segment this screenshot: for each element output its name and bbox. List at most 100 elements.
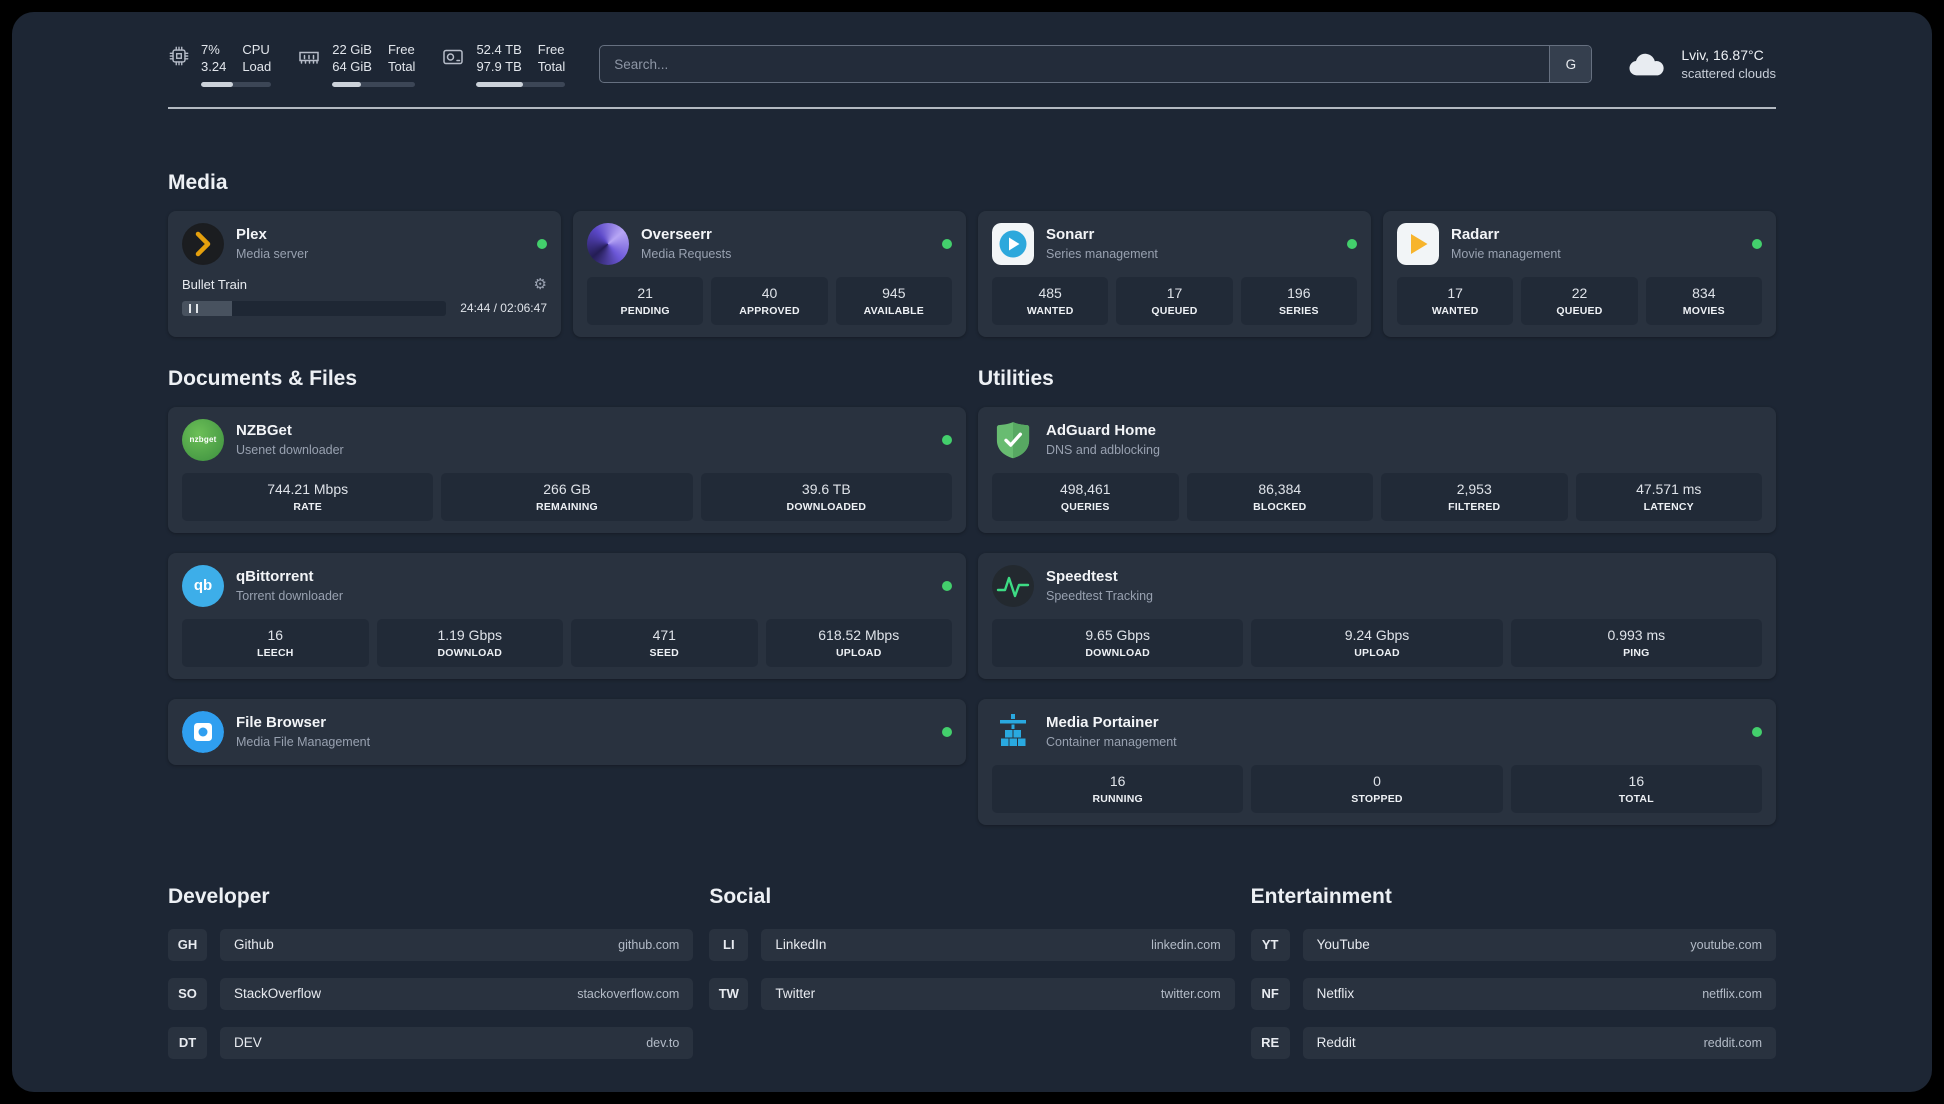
link-reddit[interactable]: RE Reddit reddit.com [1250, 1026, 1776, 1059]
stat-total: 16 TOTAL [1510, 764, 1762, 813]
stat-label: AVAILABLE [863, 304, 924, 317]
topbar-divider [168, 106, 1776, 109]
stat-value: 0 [1373, 772, 1381, 789]
media-grid: Plex Media server Bullet Train ⚙ 24:44 /… [168, 210, 1776, 337]
link-name: Reddit [1316, 1035, 1356, 1051]
memory-label-bottom: Total [387, 58, 416, 74]
link-twitter[interactable]: TW Twitter twitter.com [709, 977, 1235, 1010]
nzbget-header: nzbget NZBGet Usenet downloader [182, 418, 952, 461]
speedtest-card[interactable]: Speedtest Speedtest Tracking 9.65 Gbps D… [978, 552, 1776, 679]
qbittorrent-icon: qb [182, 564, 224, 607]
gear-icon[interactable]: ⚙ [534, 277, 547, 292]
app-subtitle: Torrent downloader [236, 589, 344, 604]
filebrowser-card[interactable]: File Browser Media File Management [168, 698, 966, 765]
memory-icon [299, 51, 319, 64]
stat-label: DOWNLOAD [1085, 646, 1150, 659]
link-url: github.com [618, 937, 680, 952]
stat-queries: 498,461 QUERIES [992, 472, 1179, 521]
developer-section-title: Developer [168, 884, 270, 908]
weather-location: Lviv, 16.87°C [1681, 47, 1764, 64]
qbittorrent-card[interactable]: qb qBittorrent Torrent downloader 16 LEE… [168, 552, 966, 679]
cloud-icon [1629, 54, 1664, 76]
stat-queued: 22 QUEUED [1521, 276, 1638, 325]
link-abbr: RE [1250, 1026, 1290, 1059]
status-dot [942, 580, 952, 591]
stat-value: 485 [1038, 284, 1062, 301]
utilities-column: Utilities AdGuard Home DNS and adblockin… [978, 367, 1776, 825]
plex-icon [182, 222, 224, 265]
search-input[interactable] [600, 46, 1550, 83]
stat-value: 21 [637, 284, 653, 301]
speedtest-icon [992, 564, 1034, 607]
stat-upload: 9.24 Gbps UPLOAD [1251, 618, 1503, 667]
filebrowser-header: File Browser Media File Management [182, 710, 952, 753]
link-abbr: LI [709, 928, 749, 961]
radarr-card[interactable]: Radarr Movie management 17 WANTED 22 QUE… [1383, 210, 1776, 337]
social-section-title: Social [709, 884, 772, 908]
app-name: NZBGet [236, 422, 292, 440]
plex-header: Plex Media server [182, 222, 547, 265]
sonarr-card[interactable]: Sonarr Series management 485 WANTED 17 Q… [978, 210, 1371, 337]
status-dot [942, 238, 952, 249]
link-stackoverflow[interactable]: SO StackOverflow stackoverflow.com [168, 977, 694, 1010]
stat-label: LEECH [256, 646, 294, 659]
storage-metric-body: 52.4 TB 97.9 TB Free Total [476, 42, 566, 87]
link-github[interactable]: GH Github github.com [168, 928, 694, 961]
stat-value: 47.571 ms [1636, 480, 1702, 497]
cpu-metric-body: 7% 3.24 CPU Load [201, 42, 272, 87]
playback-progress-bar [182, 300, 447, 316]
link-name: Twitter [775, 986, 816, 1002]
stat-label: DOWNLOADED [786, 500, 867, 513]
memory-free: 22 GiB [332, 42, 372, 57]
stat-value: 1.19 Gbps [437, 626, 503, 643]
stat-latency: 47.571 ms LATENCY [1575, 472, 1762, 521]
weather-condition: scattered clouds [1681, 66, 1776, 82]
sonarr-icon [992, 222, 1034, 265]
stat-value: 22 [1571, 284, 1588, 301]
stat-filtered: 2,953 FILTERED [1381, 472, 1568, 521]
link-dev[interactable]: DT DEV dev.to [168, 1026, 694, 1059]
weather-widget: Lviv, 16.87°C scattered clouds [1626, 46, 1776, 82]
link-netflix[interactable]: NF Netflix netflix.com [1250, 977, 1776, 1010]
app-name: Media Portainer [1046, 714, 1159, 732]
speedtest-header: Speedtest Speedtest Tracking [992, 564, 1762, 607]
memory-labels: Free Total [388, 42, 415, 76]
stat-running: 16 RUNNING [992, 764, 1244, 813]
qbittorrent-header: qb qBittorrent Torrent downloader [182, 564, 952, 607]
memory-usage-bar [332, 81, 416, 87]
speedtest-titles: Speedtest Speedtest Tracking [1046, 568, 1153, 603]
stat-download: 1.19 Gbps DOWNLOAD [376, 618, 563, 667]
link-tile: StackOverflow stackoverflow.com [220, 977, 694, 1010]
stat-upload: 618.52 Mbps UPLOAD [765, 618, 952, 667]
stat-downloaded: 39.6 TB DOWNLOADED [700, 472, 952, 521]
stat-label: WANTED [1431, 304, 1479, 317]
stat-value: 16 [1109, 772, 1126, 789]
plex-card[interactable]: Plex Media server Bullet Train ⚙ 24:44 /… [168, 210, 561, 337]
sonarr-header: Sonarr Series management [992, 222, 1357, 265]
link-linkedin[interactable]: LI LinkedIn linkedin.com [709, 928, 1235, 961]
overseerr-card[interactable]: Overseerr Media Requests 21 PENDING 40 A… [573, 210, 966, 337]
stat-value: 86,384 [1258, 480, 1302, 497]
adguard-card[interactable]: AdGuard Home DNS and adblocking 498,461 … [978, 406, 1776, 533]
nzbget-card[interactable]: nzbget NZBGet Usenet downloader 744.21 M… [168, 406, 966, 533]
link-name: YouTube [1316, 937, 1370, 953]
link-youtube[interactable]: YT YouTube youtube.com [1250, 928, 1776, 961]
link-abbr: GH [168, 928, 207, 961]
link-name: Github [234, 937, 274, 953]
stat-label: STOPPED [1351, 792, 1403, 805]
link-url: netflix.com [1702, 986, 1762, 1001]
app-name: Overseerr [641, 226, 712, 244]
link-url: stackoverflow.com [577, 986, 680, 1001]
status-dot [537, 238, 547, 249]
section-media: Media Plex Media server Bullet Train ⚙ 2… [168, 171, 1776, 337]
stat-remaining: 266 GB REMAINING [441, 472, 693, 521]
cpu-icon [169, 46, 189, 66]
stat-label: PING [1623, 646, 1650, 659]
stat-value: 0.993 ms [1607, 626, 1666, 643]
app-subtitle: Speedtest Tracking [1046, 589, 1154, 604]
portainer-card[interactable]: Media Portainer Container management 16 … [978, 698, 1776, 825]
stat-value: 16 [267, 626, 284, 643]
memory-metric: 22 GiB 64 GiB Free Total [297, 42, 416, 87]
search-engine-button[interactable]: G [1549, 46, 1592, 83]
stat-value: 744.21 Mbps [267, 480, 349, 497]
